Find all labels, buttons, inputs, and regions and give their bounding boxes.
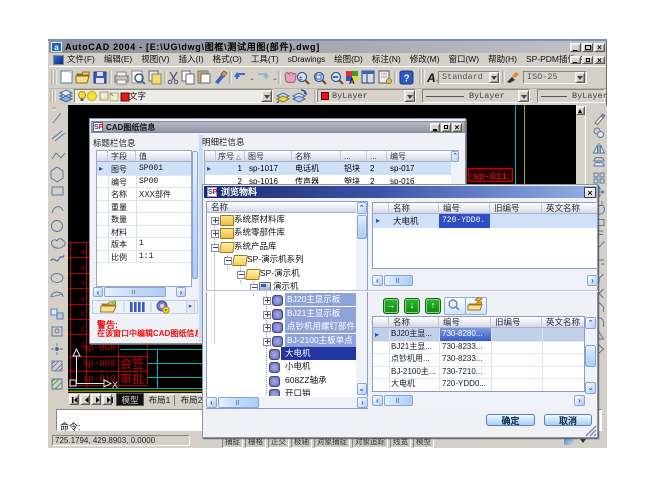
- svg-text:sp-009: sp-009: [83, 359, 115, 369]
- svg-text:s: s: [81, 326, 85, 333]
- svg-text:A: A: [349, 77, 355, 86]
- svg-text:s: s: [81, 249, 85, 256]
- svg-text:sp-011: sp-011: [473, 171, 508, 182]
- svg-text:会签: 会签: [120, 356, 144, 371]
- svg-text:s: s: [81, 280, 85, 287]
- svg-text:X: X: [112, 380, 118, 390]
- svg-text:sp-008: sp-008: [83, 343, 115, 353]
- svg-text:±: ±: [299, 75, 303, 82]
- svg-text:sp-010: sp-010: [83, 374, 115, 384]
- svg-text:审批: 审批: [120, 371, 144, 386]
- svg-text:s: s: [81, 296, 85, 303]
- svg-text:?: ?: [404, 74, 410, 85]
- svg-text:s: s: [81, 265, 85, 272]
- svg-text:A: A: [426, 71, 436, 85]
- svg-text:s: s: [81, 311, 85, 318]
